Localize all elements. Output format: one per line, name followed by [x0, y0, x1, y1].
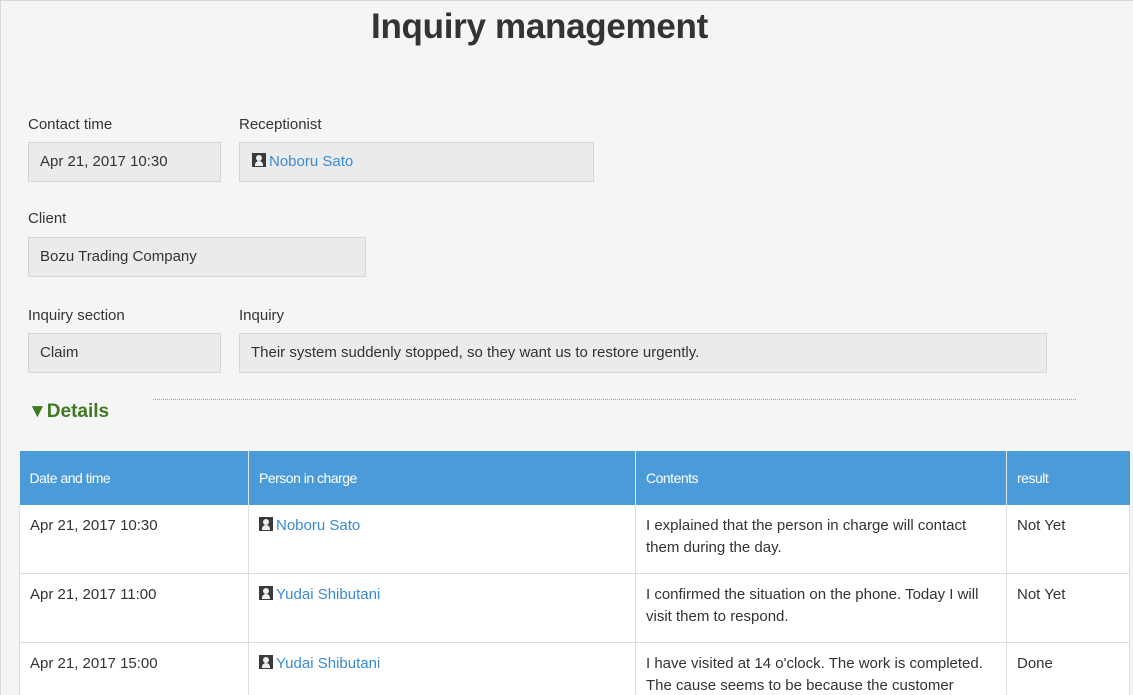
cell-person: Yudai Shibutani [248, 573, 636, 643]
table-row: Apr 21, 2017 15:00 Yudai Shibutani I hav… [19, 642, 1130, 695]
cell-datetime: Apr 21, 2017 15:00 [19, 642, 249, 695]
person-link[interactable]: Noboru Sato [276, 517, 360, 534]
inquiry-value: Their system suddenly stopped, so they w… [251, 344, 700, 361]
user-icon [259, 655, 273, 669]
client-value: Bozu Trading Company [40, 248, 197, 265]
inquiry-field: Their system suddenly stopped, so they w… [239, 333, 1047, 373]
table-row: Apr 21, 2017 11:00 Yudai Shibutani I con… [19, 573, 1130, 643]
details-divider [153, 399, 1076, 400]
details-toggle[interactable]: ▼Details [28, 401, 109, 423]
cell-contents: I have visited at 14 o'clock. The work i… [635, 642, 1007, 695]
contact-time-field: Apr 21, 2017 10:30 [28, 142, 221, 182]
user-icon [259, 586, 273, 600]
contact-time-label: Contact time [28, 116, 113, 133]
table-header-row: Date and time Person in charge Contents … [19, 451, 1130, 505]
column-header-contents: Contents [635, 451, 1007, 505]
cell-contents: I confirmed the situation on the phone. … [635, 573, 1007, 643]
user-icon [259, 517, 273, 531]
cell-result: Done [1006, 642, 1130, 695]
receptionist-label: Receptionist [239, 116, 322, 133]
inquiry-section-field: Claim [28, 333, 221, 373]
contact-time-value: Apr 21, 2017 10:30 [40, 153, 168, 170]
cell-contents: I explained that the person in charge wi… [635, 505, 1007, 574]
person-link[interactable]: Yudai Shibutani [276, 586, 380, 603]
column-header-datetime: Date and time [19, 451, 249, 505]
cell-result: Not Yet [1006, 505, 1130, 574]
cell-datetime: Apr 21, 2017 10:30 [19, 505, 249, 574]
inquiry-page: Inquiry management Contact time Apr 21, … [0, 0, 1133, 695]
column-header-result: result [1006, 451, 1130, 505]
cell-person: Noboru Sato [248, 505, 636, 574]
cell-person: Yudai Shibutani [248, 642, 636, 695]
person-link[interactable]: Yudai Shibutani [276, 655, 380, 672]
details-table: Date and time Person in charge Contents … [19, 451, 1130, 695]
user-icon [252, 153, 266, 167]
page-title: Inquiry management [371, 7, 708, 46]
client-field: Bozu Trading Company [28, 237, 366, 277]
inquiry-section-value: Claim [40, 344, 79, 361]
inquiry-label: Inquiry [239, 307, 285, 324]
receptionist-field: Noboru Sato [239, 142, 594, 182]
client-label: Client [28, 210, 67, 227]
inquiry-section-label: Inquiry section [28, 307, 125, 324]
table-row: Apr 21, 2017 10:30 Noboru Sato I explain… [19, 505, 1130, 574]
cell-result: Not Yet [1006, 573, 1130, 643]
column-header-person: Person in charge [248, 451, 636, 505]
cell-datetime: Apr 21, 2017 11:00 [19, 573, 249, 643]
receptionist-link[interactable]: Noboru Sato [269, 153, 353, 170]
